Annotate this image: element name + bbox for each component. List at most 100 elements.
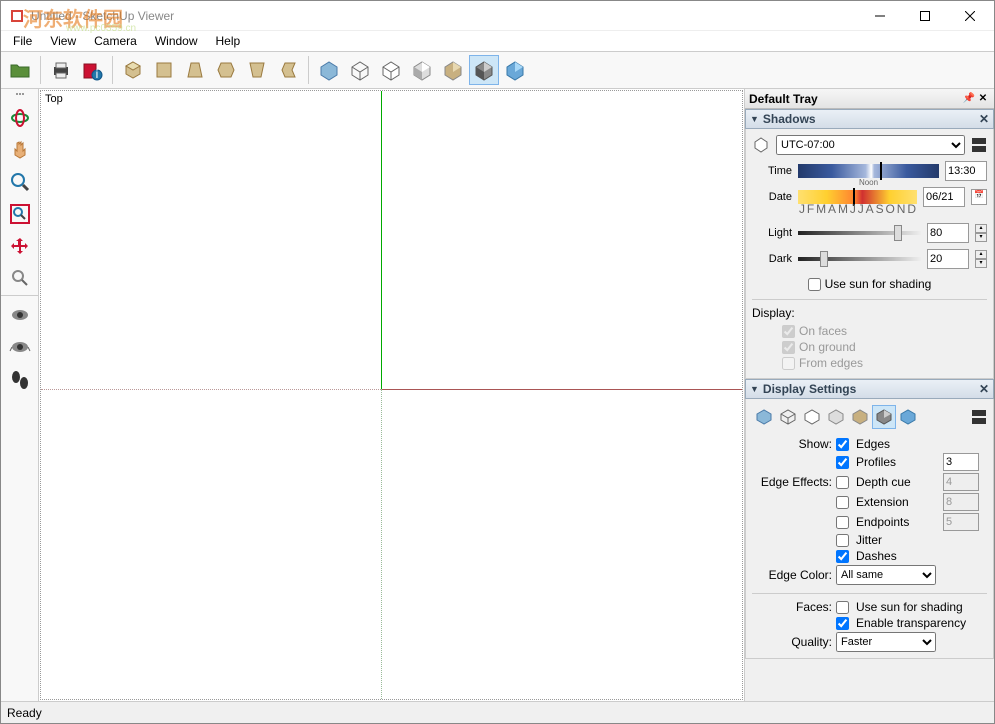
zoom-extents-button[interactable] <box>5 231 35 261</box>
ds-xray-button[interactable] <box>752 405 776 429</box>
dark-slider[interactable] <box>798 257 921 261</box>
color-by-layer-button[interactable] <box>500 55 530 85</box>
edge-color-label: Edge Color: <box>752 568 832 582</box>
xray-style-button[interactable] <box>314 55 344 85</box>
tray-header[interactable]: Default Tray 📌 ✕ <box>745 89 994 109</box>
shadow-toggle-icon[interactable] <box>752 136 770 154</box>
top-view-button[interactable] <box>149 55 179 85</box>
edge-color-select[interactable]: All same <box>836 565 936 585</box>
model-info-button[interactable]: i <box>77 55 107 85</box>
date-slider[interactable]: JFMAMJJASOND <box>798 190 917 204</box>
menu-help[interactable]: Help <box>208 32 249 50</box>
light-spin-down[interactable]: ▾ <box>975 233 987 242</box>
ds-shaded-button[interactable] <box>824 405 848 429</box>
look-around-button[interactable] <box>5 333 35 363</box>
menu-view[interactable]: View <box>42 32 84 50</box>
endpoints-label: Endpoints <box>856 515 939 529</box>
light-spin-up[interactable]: ▴ <box>975 224 987 233</box>
display-settings-panel-header[interactable]: ▼ Display Settings ✕ <box>745 379 994 399</box>
edges-checkbox[interactable] <box>836 438 849 451</box>
quality-label: Quality: <box>752 635 832 649</box>
dark-spin-down[interactable]: ▾ <box>975 259 987 268</box>
shadows-panel-header[interactable]: ▼ Shadows ✕ <box>745 109 994 129</box>
previous-view-button[interactable] <box>5 263 35 293</box>
tray-close-icon[interactable]: ✕ <box>976 92 990 106</box>
ds-wireframe-button[interactable] <box>776 405 800 429</box>
timezone-select[interactable]: UTC-07:00 <box>776 135 965 155</box>
extension-checkbox[interactable] <box>836 496 849 509</box>
from-edges-checkbox <box>782 357 795 370</box>
display-settings-close-icon[interactable]: ✕ <box>979 382 989 396</box>
monochrome-style-button[interactable] <box>469 55 499 85</box>
wireframe-style-button[interactable] <box>345 55 375 85</box>
side-toolbar <box>1 89 39 701</box>
shaded-style-button[interactable] <box>407 55 437 85</box>
position-camera-button[interactable] <box>5 301 35 331</box>
use-sun-shading-label: Use sun for shading <box>856 600 987 614</box>
ds-colorlayer-button[interactable] <box>896 405 920 429</box>
dark-label: Dark <box>752 253 792 265</box>
shadows-close-icon[interactable]: ✕ <box>979 112 989 126</box>
dark-input[interactable] <box>927 249 969 269</box>
jitter-checkbox[interactable] <box>836 534 849 547</box>
use-sun-label: Use sun for shading <box>825 277 932 291</box>
shadow-settings-icon[interactable] <box>971 137 987 153</box>
ds-monochrome-button[interactable] <box>872 405 896 429</box>
display-settings-title: Display Settings <box>763 382 856 396</box>
print-button[interactable] <box>46 55 76 85</box>
zoom-window-button[interactable] <box>5 199 35 229</box>
profiles-input[interactable] <box>943 453 979 471</box>
light-slider[interactable] <box>798 231 921 235</box>
use-sun-shading-checkbox[interactable] <box>836 601 849 614</box>
viewport[interactable]: Top <box>40 90 743 700</box>
ds-settings-icon[interactable] <box>971 409 987 425</box>
ds-hiddenline-button[interactable] <box>800 405 824 429</box>
ds-textured-button[interactable] <box>848 405 872 429</box>
quality-select[interactable]: Faster <box>836 632 936 652</box>
menu-file[interactable]: File <box>5 32 40 50</box>
time-slider[interactable]: Noon <box>798 164 939 178</box>
endpoints-checkbox[interactable] <box>836 516 849 529</box>
iso-view-button[interactable] <box>118 55 148 85</box>
red-axis <box>381 389 742 390</box>
calendar-icon[interactable]: 📅 <box>971 189 987 205</box>
zoom-button[interactable] <box>5 167 35 197</box>
edge-effects-label: Edge Effects: <box>752 475 832 489</box>
use-sun-checkbox[interactable] <box>808 278 821 291</box>
menu-window[interactable]: Window <box>147 32 206 50</box>
dark-spin-up[interactable]: ▴ <box>975 250 987 259</box>
svg-text:i: i <box>96 67 99 81</box>
profiles-checkbox[interactable] <box>836 456 849 469</box>
menu-camera[interactable]: Camera <box>86 32 145 50</box>
dashes-checkbox[interactable] <box>836 550 849 563</box>
right-view-button[interactable] <box>211 55 241 85</box>
maximize-button[interactable] <box>902 1 947 30</box>
back-view-button[interactable] <box>242 55 272 85</box>
walk-button[interactable] <box>5 365 35 395</box>
faces-label: Faces: <box>752 600 832 614</box>
status-text: Ready <box>7 706 42 720</box>
enable-transparency-checkbox[interactable] <box>836 617 849 630</box>
depth-cue-checkbox[interactable] <box>836 476 849 489</box>
light-label: Light <box>752 227 792 239</box>
open-file-button[interactable] <box>5 55 35 85</box>
from-edges-label: From edges <box>799 356 863 370</box>
light-input[interactable] <box>927 223 969 243</box>
minimize-button[interactable] <box>857 1 902 30</box>
hiddenline-style-button[interactable] <box>376 55 406 85</box>
close-button[interactable] <box>947 1 992 30</box>
depth-cue-input <box>943 473 979 491</box>
date-input[interactable] <box>923 187 965 207</box>
pin-icon[interactable]: 📌 <box>962 92 976 106</box>
orbit-button[interactable] <box>5 103 35 133</box>
on-ground-label: On ground <box>799 340 856 354</box>
endpoints-input <box>943 513 979 531</box>
display-label: Display: <box>752 306 987 320</box>
dashes-label: Dashes <box>856 549 939 563</box>
left-view-button[interactable] <box>273 55 303 85</box>
pan-button[interactable] <box>5 135 35 165</box>
month-labels: JFMAMJJASOND <box>798 202 917 216</box>
shaded-textures-style-button[interactable] <box>438 55 468 85</box>
time-input[interactable] <box>945 161 987 181</box>
front-view-button[interactable] <box>180 55 210 85</box>
